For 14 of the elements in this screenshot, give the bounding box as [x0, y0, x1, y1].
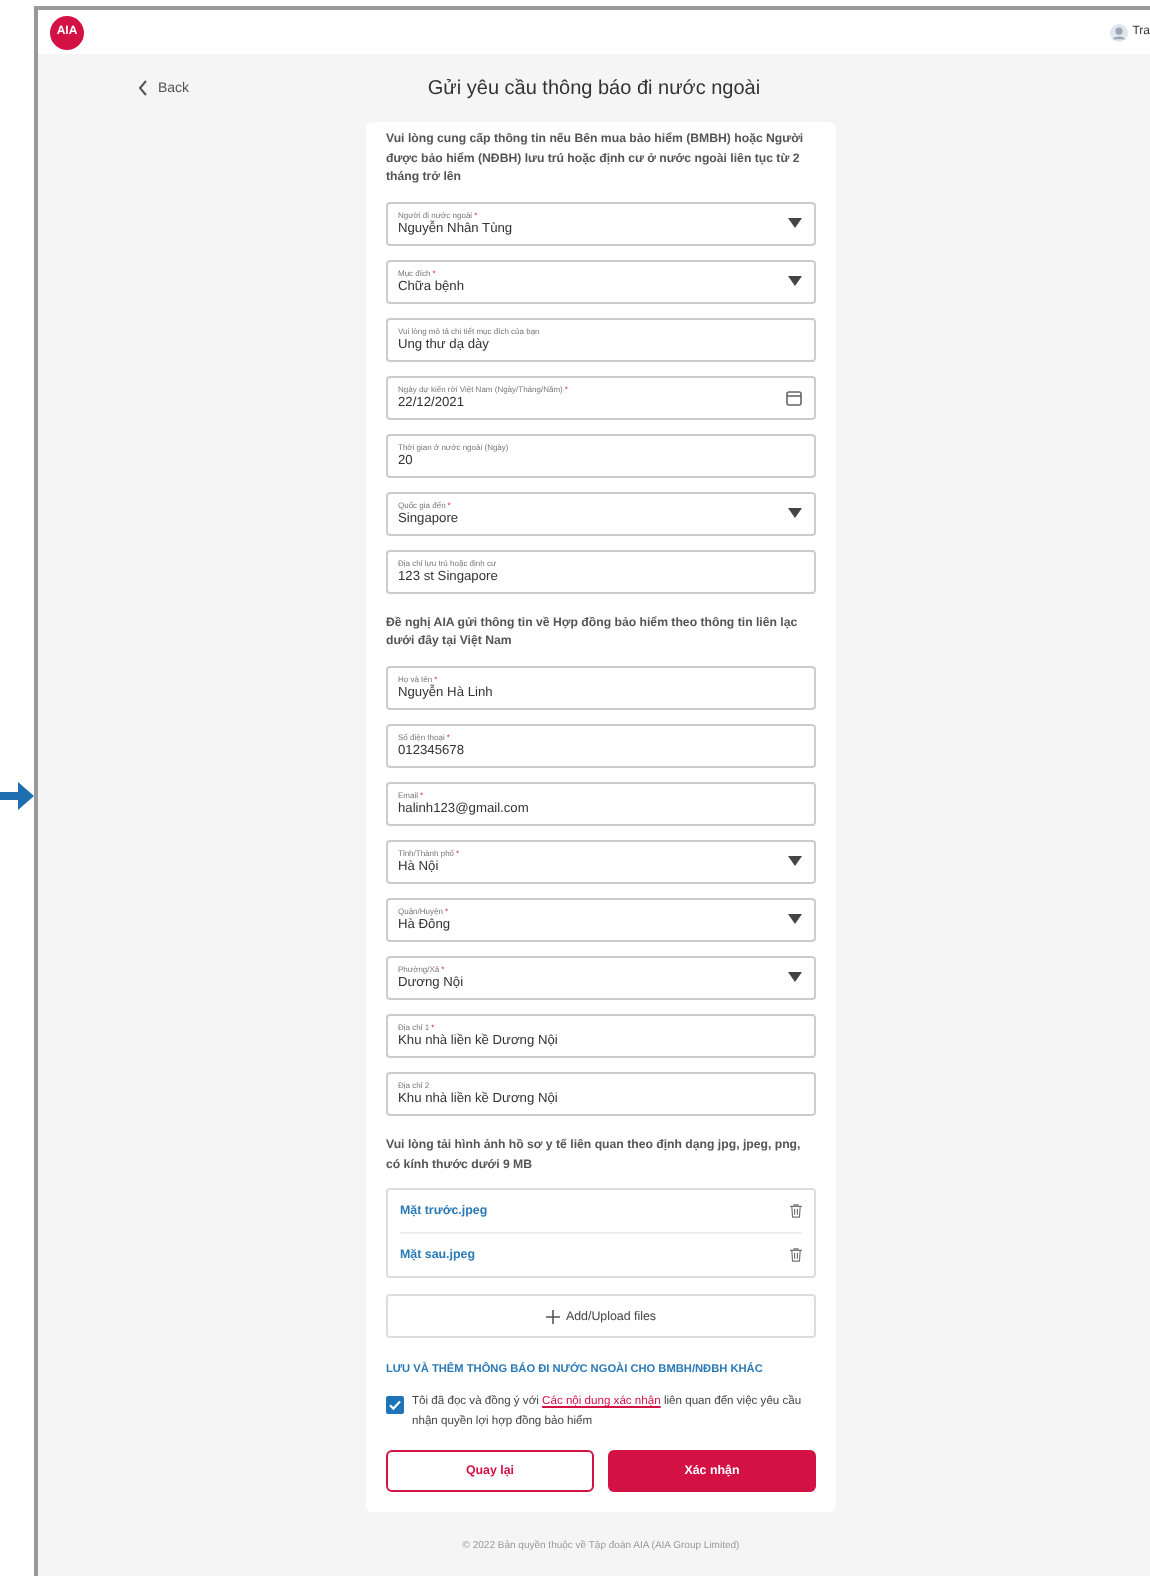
dropdown-caret-icon[interactable]: [788, 914, 802, 925]
plus-icon: [545, 1309, 560, 1324]
chevron-left-icon: [138, 80, 148, 96]
pointer-arrow-icon: [0, 782, 34, 810]
dropdown-caret-icon[interactable]: [788, 508, 802, 519]
dropdown-caret-icon[interactable]: [788, 218, 802, 229]
calendar-icon[interactable]: [786, 389, 802, 406]
dropdown-caret-icon[interactable]: [788, 856, 802, 867]
dropdown-caret-icon[interactable]: [788, 276, 802, 287]
page-title: Gửi yêu cầu thông báo đi nước ngoài: [427, 77, 761, 99]
trash-icon[interactable]: [790, 1248, 802, 1263]
consent-checkbox[interactable]: [386, 1396, 404, 1415]
dropdown-caret-icon[interactable]: [788, 972, 802, 983]
trash-icon[interactable]: [790, 1204, 802, 1219]
